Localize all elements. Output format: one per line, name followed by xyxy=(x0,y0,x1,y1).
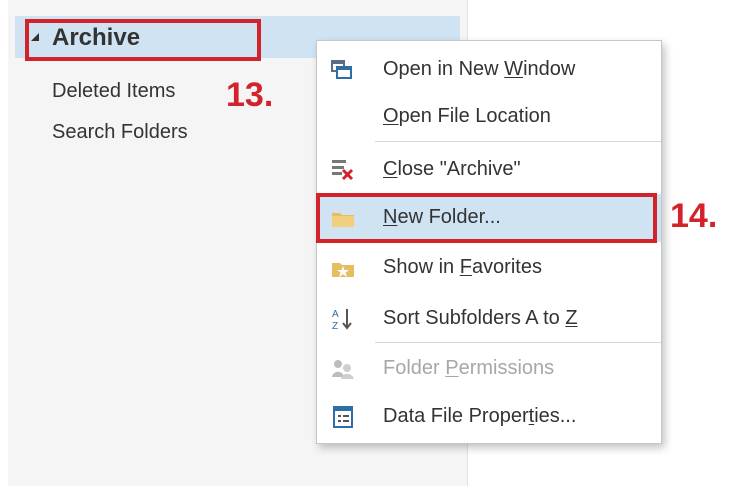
search-folders-folder[interactable]: Search Folders xyxy=(52,119,188,145)
svg-text:Z: Z xyxy=(332,321,338,331)
properties-icon xyxy=(333,406,353,428)
open-in-new-window-menu-item[interactable]: Open in New Window xyxy=(317,46,661,94)
open-in-new-window-label: Open in New Window xyxy=(383,58,576,80)
show-in-favorites-label: Show in Favorites xyxy=(383,256,542,278)
new-folder-highlight-box xyxy=(316,193,657,243)
favorites-icon xyxy=(332,263,354,277)
menu-separator-1 xyxy=(375,141,661,142)
folder-permissions-label: Folder Permissions xyxy=(383,357,555,379)
step-13-label: 13. xyxy=(226,76,274,114)
sort-a-to-z-icon: A Z xyxy=(332,309,352,331)
menu-separator-2 xyxy=(375,342,661,343)
folder-permissions-menu-item: Folder Permissions xyxy=(317,345,661,393)
open-file-location-menu-item[interactable]: Open File Location xyxy=(317,93,661,141)
close-archive-menu-item[interactable]: Close "Archive" xyxy=(317,146,661,194)
sort-subfolders-label: Sort Subfolders A to Z xyxy=(383,307,578,329)
deleted-items-folder[interactable]: Deleted Items xyxy=(52,78,175,104)
open-window-icon xyxy=(331,60,352,79)
permissions-icon xyxy=(332,360,354,379)
close-archive-icon xyxy=(332,160,354,181)
svg-text:A: A xyxy=(332,309,339,320)
show-in-favorites-menu-item[interactable]: Show in Favorites xyxy=(317,244,661,292)
open-file-location-label: Open File Location xyxy=(383,105,551,127)
outlook-folder-context-menu-screen: Archive Deleted Items Search Folders 13.… xyxy=(0,0,732,486)
data-file-properties-label: Data File Properties... xyxy=(383,405,577,427)
archive-highlight-box xyxy=(25,19,261,61)
close-archive-label: Close "Archive" xyxy=(383,158,521,180)
step-14-label: 14. xyxy=(670,197,718,235)
sort-subfolders-menu-item[interactable]: A Z Sort Subfolders A to Z xyxy=(317,295,661,343)
data-file-properties-menu-item[interactable]: Data File Properties... xyxy=(317,393,661,441)
